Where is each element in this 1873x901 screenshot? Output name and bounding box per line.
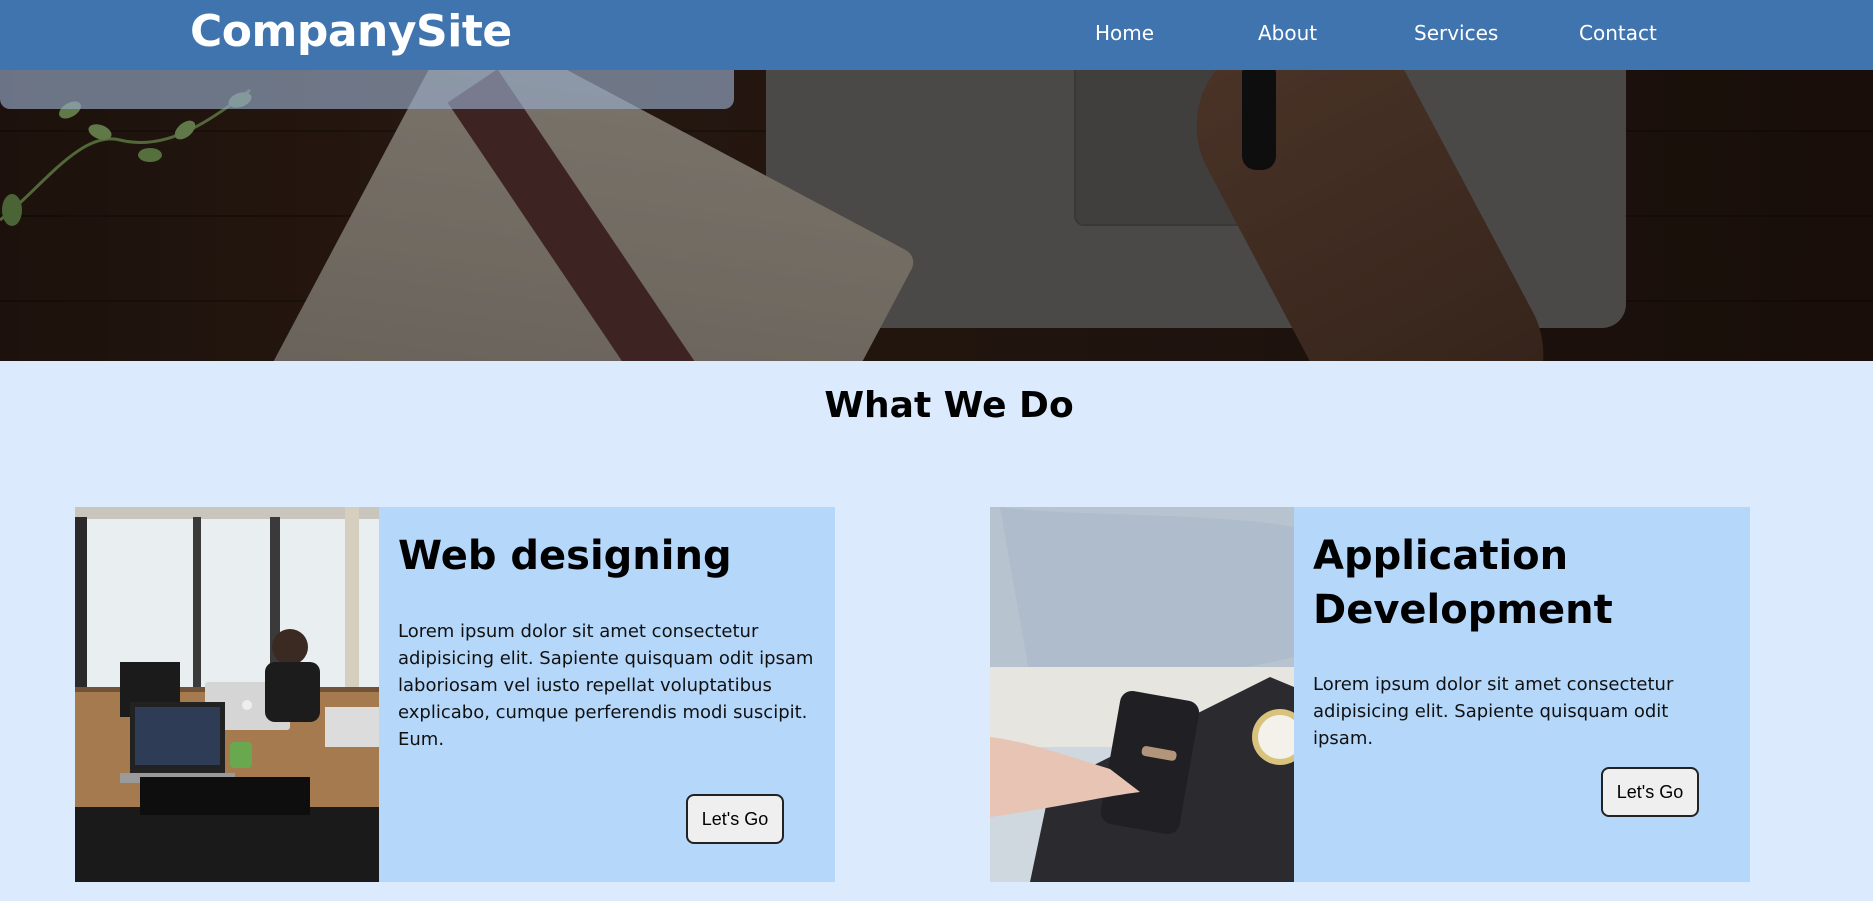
nav-link-about[interactable]: About xyxy=(1258,21,1317,45)
lets-go-button[interactable]: Let's Go xyxy=(686,794,784,844)
service-card-web-design: Web designing Lorem ipsum dolor sit amet… xyxy=(75,507,835,882)
phone-photo xyxy=(990,507,1294,882)
top-navbar: CompanySite Home About Services Contact xyxy=(0,0,1873,70)
card-title: Application Development xyxy=(1313,533,1613,633)
card-title: Web designing xyxy=(398,533,732,579)
nav-link-home[interactable]: Home xyxy=(1095,21,1154,45)
nav-link-services[interactable]: Services xyxy=(1414,21,1498,45)
nav-link-contact[interactable]: Contact xyxy=(1579,21,1657,45)
office-photo xyxy=(75,507,379,882)
site-logo[interactable]: CompanySite xyxy=(190,6,512,57)
hero-overlay-panel xyxy=(0,70,734,109)
card-description: Lorem ipsum dolor sit amet consectetur a… xyxy=(398,621,814,750)
lets-go-button[interactable]: Let's Go xyxy=(1601,767,1699,817)
section-title: What We Do xyxy=(824,385,1074,426)
service-card-app-development: Application Development Lorem ipsum dolo… xyxy=(990,507,1750,882)
hero-banner-image xyxy=(0,70,1873,361)
card-description: Lorem ipsum dolor sit amet consectetur a… xyxy=(1313,674,1674,749)
